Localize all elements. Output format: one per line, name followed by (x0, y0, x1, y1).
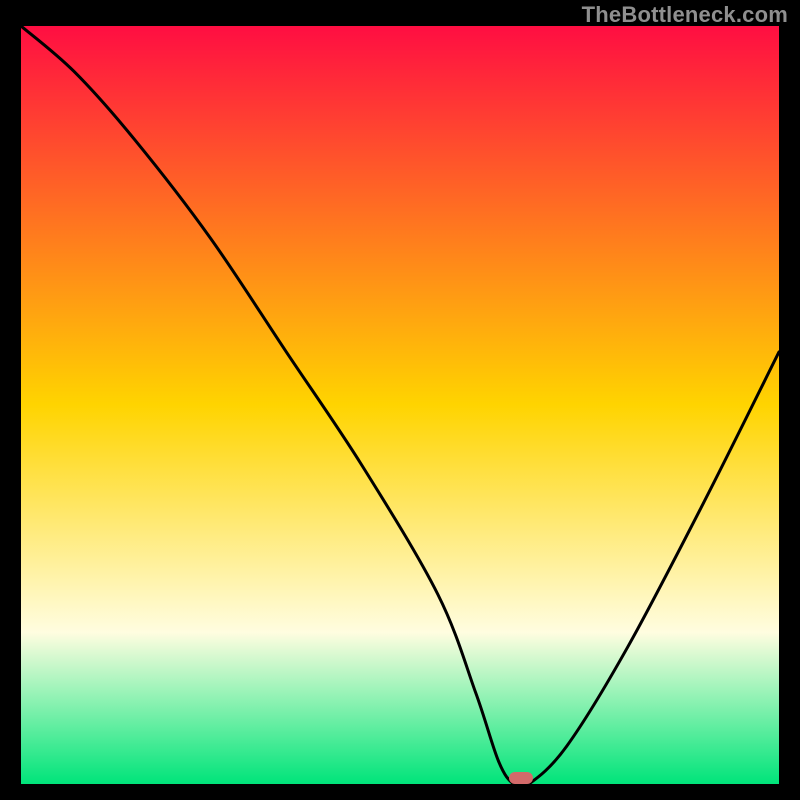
chart-frame: TheBottleneck.com (0, 0, 800, 800)
optimal-marker (509, 772, 533, 784)
bottleneck-chart (21, 26, 779, 784)
watermark-text: TheBottleneck.com (582, 2, 788, 28)
